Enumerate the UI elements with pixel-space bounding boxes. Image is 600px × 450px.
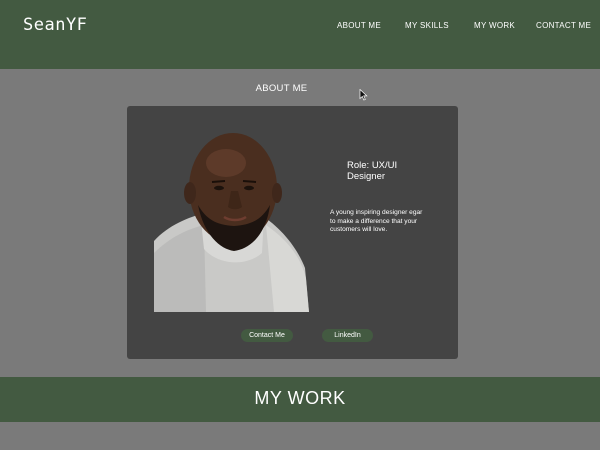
site-logo[interactable]: SeanYF bbox=[23, 15, 87, 35]
nav-about-me[interactable]: ABOUT ME bbox=[337, 21, 381, 30]
mouse-pointer-icon bbox=[359, 89, 368, 101]
nav-my-work[interactable]: MY WORK bbox=[474, 21, 515, 30]
nav-my-skills[interactable]: MY SKILLS bbox=[405, 21, 449, 30]
portrait-illustration bbox=[154, 133, 309, 312]
site-header: SeanYF ABOUT ME MY SKILLS MY WORK CONTAC… bbox=[0, 0, 600, 69]
bio-text: A young inspiring designer egar to make … bbox=[330, 209, 423, 234]
about-section-title: ABOUT ME bbox=[255, 83, 308, 94]
role-text: Role: UX/UI Designer bbox=[347, 160, 398, 182]
linkedin-button[interactable]: LinkedIn bbox=[322, 329, 373, 342]
my-work-title: MY WORK bbox=[254, 388, 346, 408]
my-work-section: MY WORK bbox=[0, 377, 600, 422]
profile-photo bbox=[154, 133, 309, 312]
contact-me-button[interactable]: Contact Me bbox=[241, 329, 293, 342]
profile-card: Role: UX/UI Designer A young inspiring d… bbox=[127, 106, 458, 359]
nav-contact-me[interactable]: CONTACT ME bbox=[536, 21, 591, 30]
